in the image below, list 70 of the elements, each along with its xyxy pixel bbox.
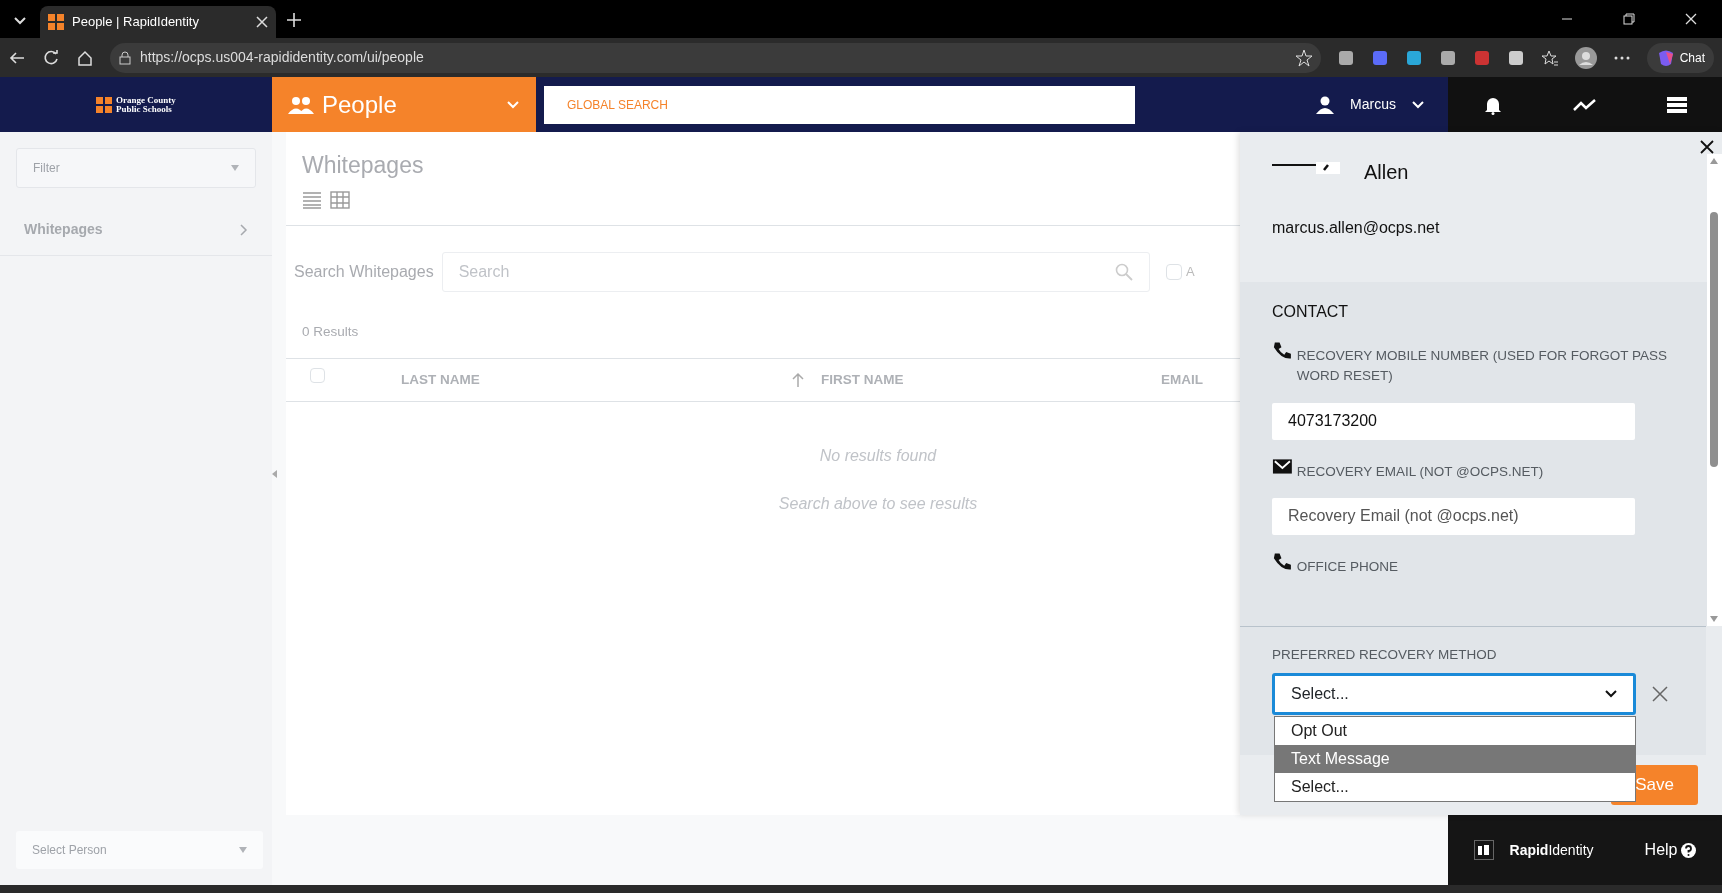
chevron-down-icon (1605, 690, 1617, 698)
search-icon (1115, 262, 1133, 281)
extension-icon[interactable] (1336, 48, 1355, 67)
extension-icon[interactable] (1438, 48, 1457, 67)
extension-icon[interactable] (1506, 48, 1525, 67)
phone-icon (1272, 340, 1293, 360)
chevron-right-icon (240, 223, 248, 236)
favicon (48, 14, 64, 30)
scroll-down-icon[interactable] (1710, 615, 1719, 622)
field-label: RECOVERY MOBILE NUMBER (USED FOR FORGOT PASS WORD RESET) (1296, 347, 1669, 386)
checkbox[interactable] (1166, 263, 1182, 280)
scroll-up-icon[interactable] (1710, 158, 1719, 164)
favorites-icon[interactable] (1540, 48, 1559, 67)
tab-title: People | RapidIdentity (72, 13, 200, 32)
user-menu[interactable]: Marcus (1316, 94, 1424, 115)
chat-button[interactable]: Chat (1646, 42, 1714, 73)
extension-icon[interactable] (1404, 48, 1423, 67)
checkbox-label: A (1186, 262, 1195, 281)
sort-arrow-icon (791, 371, 805, 388)
home-icon[interactable] (76, 48, 94, 67)
empty-message: No results found (819, 445, 937, 466)
close-icon[interactable] (1700, 140, 1714, 154)
search-label: Search Whitepages (294, 261, 434, 282)
results-count: 0 Results (301, 322, 360, 341)
field-label: RECOVERY EMAIL (NOT @OCPS.NET) (1296, 462, 1545, 481)
person-select[interactable]: Select Person (16, 831, 263, 869)
page-title: Whitepages (302, 151, 425, 180)
new-tab-icon[interactable] (284, 10, 304, 30)
module-menu[interactable]: People (272, 77, 536, 132)
reload-icon[interactable] (42, 48, 60, 67)
lock-icon (118, 50, 132, 65)
chevron-down-icon (1412, 100, 1424, 109)
phone-icon (1272, 550, 1293, 571)
grid-view-icon[interactable] (330, 190, 350, 209)
star-icon[interactable] (1294, 48, 1313, 67)
help-icon (1681, 842, 1697, 858)
section-title: CONTACT (1272, 302, 1350, 322)
logo-text: Orange County (116, 95, 176, 105)
field-label: PREFERRED RECOVERY METHOD (1272, 645, 1498, 664)
dropdown-option[interactable]: Text Message (1275, 745, 1635, 773)
empty-message: Search above to see results (778, 493, 978, 514)
caret-icon (231, 165, 239, 171)
scrollbar-thumb[interactable] (1710, 212, 1719, 467)
address-bar[interactable]: https://ocps.us004-rapididentity.com/ui/people (110, 42, 1321, 73)
browser-tab[interactable]: People | RapidIdentity (40, 6, 276, 38)
clear-icon[interactable] (1652, 686, 1668, 702)
mobile-number-field[interactable]: 4073173200 (1272, 402, 1635, 440)
edit-icon (1272, 162, 1340, 176)
logo-icon (96, 96, 113, 113)
restore-icon[interactable] (1622, 12, 1636, 26)
recovery-email-field[interactable]: Recovery Email (not @ocps.net) (1272, 497, 1635, 535)
activity-icon[interactable] (1573, 97, 1597, 112)
list-icon[interactable] (1667, 96, 1687, 113)
help-link[interactable]: Help (1644, 838, 1697, 862)
caret-icon (239, 847, 247, 853)
user-icon (1316, 95, 1335, 114)
person-email: marcus.allen@ocps.net (1271, 218, 1441, 238)
people-icon (288, 94, 314, 115)
logo-text: Public Schools (116, 104, 173, 114)
brand-name: RapidIdentity (1509, 840, 1594, 860)
filter-dropdown[interactable]: Filter (16, 148, 256, 188)
field-label: OFFICE PHONE (1296, 557, 1400, 576)
global-search-field[interactable]: GLOBAL SEARCH (544, 85, 1135, 124)
person-name: Allen (1364, 162, 1409, 182)
chevron-down-icon (506, 99, 520, 110)
dropdown-option[interactable]: Opt Out (1275, 717, 1635, 745)
recovery-method-select[interactable]: Select... (1272, 673, 1636, 715)
brand-logo-icon (1473, 840, 1494, 860)
select-all-checkbox[interactable] (310, 367, 325, 383)
profile-avatar[interactable] (1574, 46, 1597, 69)
